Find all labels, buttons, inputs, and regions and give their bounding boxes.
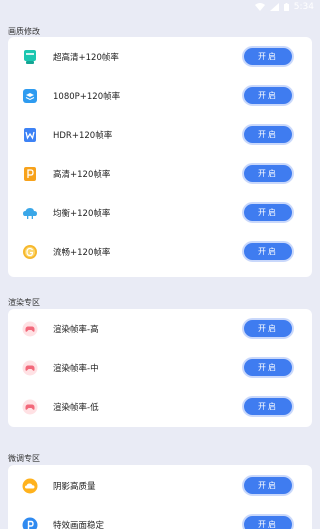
section-title-render: 渲染专区 — [8, 298, 40, 307]
enable-button[interactable]: 开启 — [242, 396, 294, 417]
item-label: 特效画面稳定 — [53, 520, 105, 529]
section-card-render: 渲染帧率-高 开启 渲染帧率-中 开启 渲染帧率-低 开启 — [8, 309, 312, 427]
enable-button[interactable]: 开启 — [242, 318, 294, 339]
item-label: 高清+120帧率 — [53, 169, 111, 180]
layers-icon — [22, 88, 38, 104]
gamepad-icon — [22, 360, 38, 376]
item-label: 均衡+120帧率 — [53, 208, 111, 219]
section-title-tuning: 微调专区 — [8, 454, 40, 463]
cloud-orange-icon — [22, 478, 38, 494]
gamepad-icon — [22, 399, 38, 415]
enable-button[interactable]: 开启 — [242, 202, 294, 223]
enable-button[interactable]: 开启 — [242, 241, 294, 262]
list-item: 1080P+120帧率 开启 — [8, 76, 312, 115]
status-time: 5:34 — [293, 2, 314, 12]
cloud-icon — [22, 205, 38, 221]
list-item: HDR+120帧率 开启 — [8, 115, 312, 154]
enable-button[interactable]: 开启 — [242, 514, 294, 529]
list-item: 渲染帧率-低 开启 — [8, 387, 312, 426]
item-label: 渲染帧率-高 — [53, 324, 99, 335]
item-label: 渲染帧率-低 — [53, 402, 99, 413]
enable-button[interactable]: 开启 — [242, 163, 294, 184]
list-item: 流畅+120帧率 开启 — [8, 232, 312, 271]
battery-icon — [283, 3, 289, 11]
section-card-tuning: 阴影高质量 开启 特效画面稳定 开启 — [8, 465, 312, 529]
list-item: 渲染帧率-高 开启 — [8, 309, 312, 348]
enable-button[interactable]: 开启 — [242, 357, 294, 378]
enable-button[interactable]: 开启 — [242, 124, 294, 145]
item-label: 渲染帧率-中 — [53, 363, 99, 374]
item-label: 流畅+120帧率 — [53, 247, 111, 258]
section-card-quality: 超高清+120帧率 开启 1080P+120帧率 开启 HDR+120帧率 开启… — [8, 37, 312, 277]
p-badge-icon — [22, 166, 38, 182]
list-item: 均衡+120帧率 开启 — [8, 193, 312, 232]
status-bar: 5:34 — [0, 0, 320, 14]
screen-icon — [22, 49, 38, 65]
p-blue-icon — [22, 517, 38, 529]
enable-button[interactable]: 开启 — [242, 85, 294, 106]
list-item: 渲染帧率-中 开启 — [8, 348, 312, 387]
list-item: 阴影高质量 开启 — [8, 466, 312, 505]
list-item: 高清+120帧率 开启 — [8, 154, 312, 193]
wifi-icon — [254, 3, 265, 11]
item-label: HDR+120帧率 — [53, 130, 113, 141]
gamepad-icon — [22, 321, 38, 337]
w-badge-icon — [22, 127, 38, 143]
g-coin-icon — [22, 244, 38, 260]
list-item: 超高清+120帧率 开启 — [8, 37, 312, 76]
enable-button[interactable]: 开启 — [242, 475, 294, 496]
list-item: 特效画面稳定 开启 — [8, 505, 312, 529]
section-title-quality: 画质修改 — [8, 27, 40, 36]
item-label: 超高清+120帧率 — [53, 52, 119, 63]
item-label: 1080P+120帧率 — [53, 91, 121, 102]
signal-icon — [269, 3, 279, 11]
item-label: 阴影高质量 — [53, 481, 96, 492]
enable-button[interactable]: 开启 — [242, 46, 294, 67]
